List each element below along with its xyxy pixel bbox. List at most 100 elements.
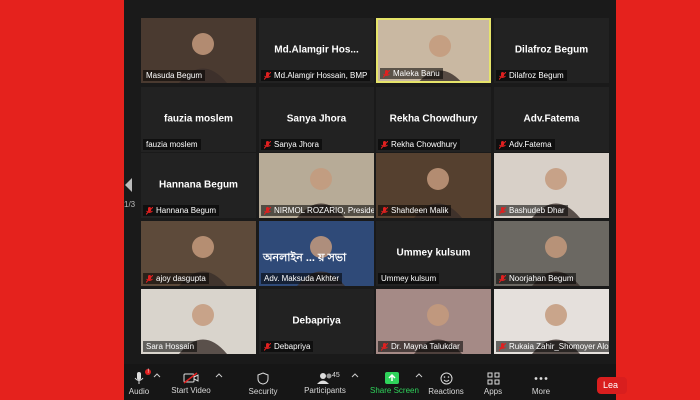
security-button[interactable]: Security [244,372,282,396]
participant-name: NIRMOL ROZARIO, President [274,206,374,215]
mic-muted-icon [264,206,271,215]
participant-tile[interactable]: Md.Alamgir Hos... Md.Alamgir Hossain, BMP [259,18,374,83]
audio-button[interactable]: ! Audio [126,369,152,396]
leave-label: Lea [603,380,619,390]
participant-name: Masuda Begum [146,71,203,80]
participant-tile[interactable]: Bashudeb Dhar [494,153,609,218]
participant-display-name: Md.Alamgir Hos... [274,43,359,55]
share-screen-label: Share Screen [370,386,419,395]
chevron-left-icon[interactable] [125,178,132,192]
more-button[interactable]: More [528,372,554,396]
participant-name-label: Debapriya [261,341,314,352]
participant-name-label: Maleka Banu [380,68,443,79]
participant-name: Maleka Banu [393,69,440,78]
participant-tile[interactable]: Ummey kulsum Ummey kulsum [376,221,491,286]
participant-display-name: Adv.Fatema [523,112,580,124]
participant-name: Shahdeen Malik [391,206,449,215]
participant-tile[interactable]: অনলাইন ... য় সভা Adv. Maksuda Akhter [259,221,374,286]
video-options-caret[interactable] [214,372,224,380]
reactions-button[interactable]: Reactions [428,372,464,396]
mic-muted-icon [264,342,271,351]
participant-name-label: Sanya Jhora [261,139,322,150]
participant-tile[interactable]: Masuda Begum [141,18,256,83]
participant-display-name: Hannana Begum [159,178,238,190]
participant-name: Ummey kulsum [381,274,437,283]
mic-muted-icon [499,71,506,80]
participant-display-name: Rekha Chowdhury [389,112,478,124]
participant-name: Debapriya [274,342,311,351]
participant-display-name: Dilafroz Begum [514,43,589,55]
participant-tile[interactable]: Hannana Begum Hannana Begum [141,153,256,218]
participant-tile[interactable]: Noorjahan Begum [494,221,609,286]
mic-muted-icon [264,71,271,80]
share-screen-icon [385,372,399,384]
participant-name-label: Hannana Begum [143,205,220,216]
participant-tile[interactable]: Rukaia Zahir_Shomoyer Alo [494,289,609,354]
audio-label: Audio [128,387,150,396]
participant-name-label: fauzia moslem [143,139,201,150]
share-options-caret[interactable] [414,372,424,380]
participants-button[interactable]: 45 Participants [304,372,346,395]
page-indicator: 1/3 [124,200,136,209]
alert-badge: ! [145,369,151,375]
mic-muted-icon [264,140,271,149]
apps-button[interactable]: Apps [480,372,506,396]
participant-tile[interactable]: fauzia moslem fauzia moslem [141,87,256,152]
participant-tile[interactable]: Dr. Mayna Talukdar [376,289,491,354]
mic-muted-icon [146,274,153,283]
mic-muted-icon [146,206,153,215]
participant-name-label: Adv.Fatema [496,139,555,150]
share-screen-button[interactable]: Share Screen [370,372,419,395]
meeting-toolbar: ! Audio Start Video Security 45 Particip… [124,364,616,400]
participant-tile[interactable]: Shahdeen Malik [376,153,491,218]
leave-button[interactable]: Lea [597,377,627,394]
participant-tile[interactable]: NIRMOL ROZARIO, President [259,153,374,218]
participant-name-label: NIRMOL ROZARIO, President [261,205,374,216]
participant-name: Sanya Jhora [274,140,319,149]
participant-name: Dilafroz Begum [509,71,564,80]
participants-icon [317,373,332,384]
page-nav[interactable]: 1/3 [124,178,136,209]
microphone-icon [134,372,144,384]
participants-label: Participants [304,386,346,395]
apps-label: Apps [483,387,503,396]
smiley-icon [440,372,452,385]
participant-name: Noorjahan Begum [509,274,574,283]
mic-muted-icon [381,140,388,149]
participant-tile[interactable]: Debapriya Debapriya [259,289,374,354]
participant-tile[interactable]: Maleka Banu [376,18,491,83]
participant-tile[interactable]: Adv.Fatema Adv.Fatema [494,87,609,152]
participant-name: Dr. Mayna Talukdar [391,342,460,351]
participant-name-label: Sara Hossain [143,341,198,352]
start-video-button[interactable]: Start Video [168,372,214,395]
caret-up-icon [415,373,423,378]
mic-muted-icon [381,206,388,215]
participant-tile[interactable]: Rekha Chowdhury Rekha Chowdhury [376,87,491,152]
participant-display-name: fauzia moslem [164,112,233,124]
participant-name: Sara Hossain [146,342,195,351]
mic-muted-icon [381,342,388,351]
participant-name-label: Bashudeb Dhar [496,205,568,216]
participant-tile[interactable]: ajoy dasgupta [141,221,256,286]
more-dots-icon [534,377,548,380]
participant-name-label: Ummey kulsum [378,273,440,284]
mic-muted-icon [499,140,506,149]
participant-tile[interactable]: Dilafroz Begum Dilafroz Begum [494,18,609,83]
participant-name: fauzia moslem [146,140,198,149]
participant-name-label: Dilafroz Begum [496,70,567,81]
participant-tile[interactable]: Sanya Jhora Sanya Jhora [259,87,374,152]
participants-count: 45 [332,372,340,379]
participants-options-caret[interactable] [350,372,360,380]
shield-icon [257,372,269,385]
participant-name: Hannana Begum [156,206,217,215]
participant-name: Bashudeb Dhar [509,206,565,215]
participant-name-label: Masuda Begum [143,70,206,81]
participant-display-name: Sanya Jhora [286,112,347,124]
participant-name: Rekha Chowdhury [391,140,457,149]
participant-tile[interactable]: Sara Hossain [141,289,256,354]
audio-options-caret[interactable] [152,372,162,380]
mic-muted-icon [499,342,506,351]
participant-name-label: ajoy dasgupta [143,273,209,284]
participant-name: Adv.Fatema [509,140,552,149]
caret-up-icon [351,373,359,378]
